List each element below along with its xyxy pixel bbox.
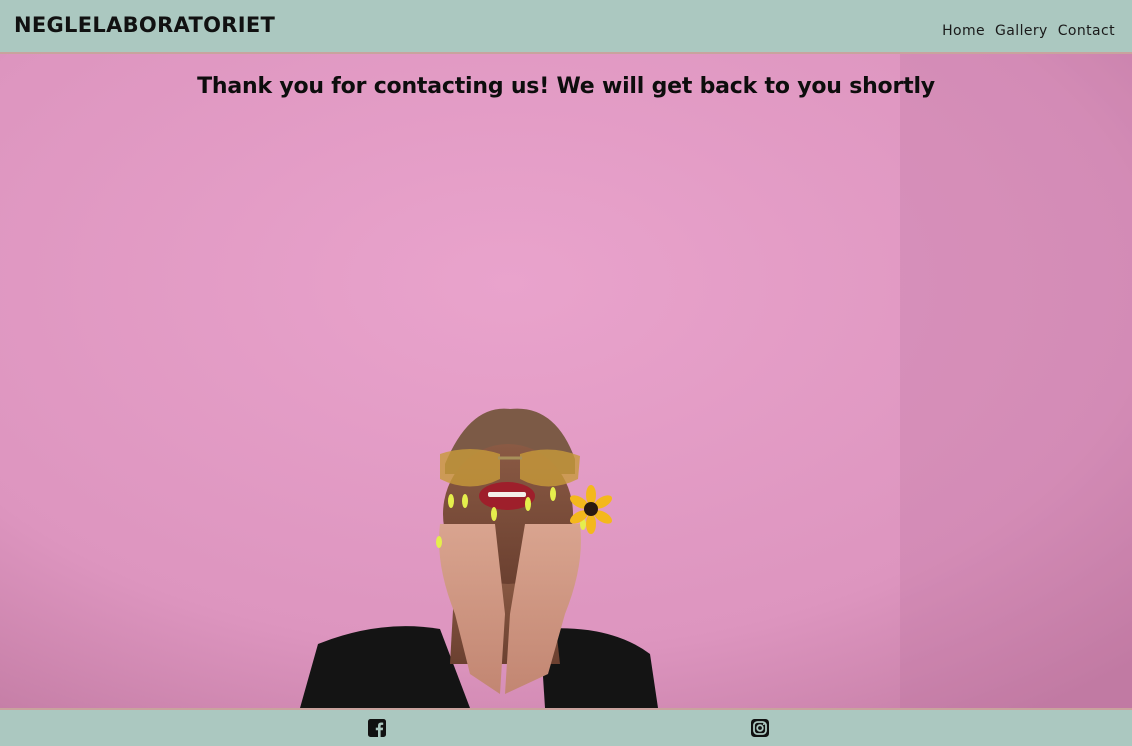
site-footer [0,708,1132,746]
brand-logo-link[interactable]: NEGLELABORATORIET [14,13,275,37]
hero-section: Thank you for contacting us! We will get… [0,54,1132,708]
instagram-icon[interactable] [750,718,770,738]
nav-item-home: Home [942,20,985,39]
hero-background-image [0,54,1132,708]
facebook-icon[interactable] [367,718,387,738]
main-nav: Home Gallery Contact [942,20,1115,39]
nav-link-contact[interactable]: Contact [1058,23,1115,39]
nav-item-contact: Contact [1058,20,1115,39]
confirmation-message: Thank you for contacting us! We will get… [197,74,935,99]
nav-item-gallery: Gallery [995,20,1048,39]
nav-link-home[interactable]: Home [942,23,985,39]
site-header: NEGLELABORATORIET Home Gallery Contact [0,0,1132,54]
nav-link-gallery[interactable]: Gallery [995,23,1048,39]
